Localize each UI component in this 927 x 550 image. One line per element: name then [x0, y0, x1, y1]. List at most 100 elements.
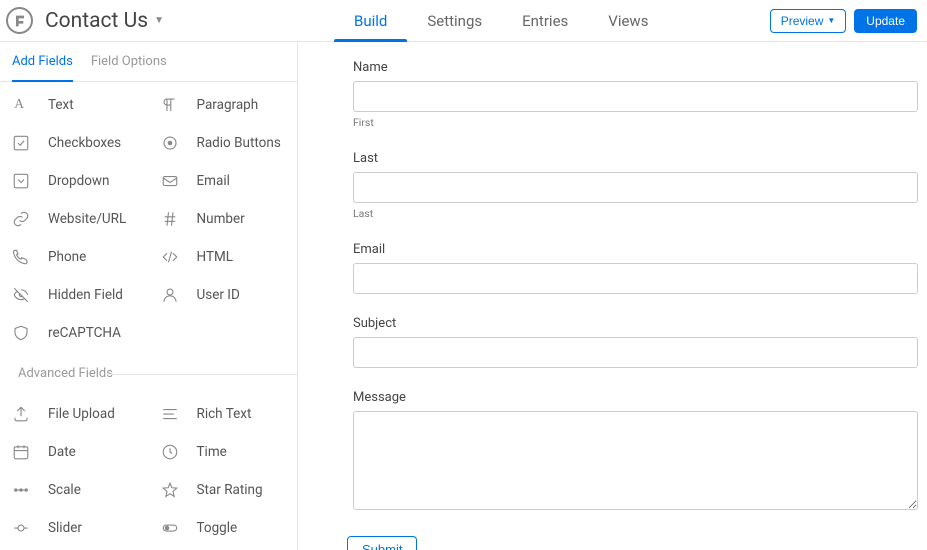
field-type-paragraph[interactable]: Paragraph	[149, 86, 298, 124]
field-label: Last	[353, 151, 919, 166]
advanced-fields-header: Advanced Fields	[0, 356, 297, 391]
radio-icon	[161, 134, 179, 152]
update-button[interactable]: Update	[854, 9, 917, 33]
name-input[interactable]	[353, 81, 918, 112]
field-type-html[interactable]: HTML	[149, 238, 298, 276]
header-actions: Preview▼ Update	[770, 9, 919, 33]
field-type-upload[interactable]: File Upload	[0, 395, 149, 433]
email-icon	[161, 172, 179, 190]
nav-build[interactable]: Build	[334, 0, 407, 41]
form-field-last: Last Last	[353, 151, 919, 220]
checkbox-icon	[12, 134, 30, 152]
form-field-message: Message	[353, 390, 919, 514]
field-type-radio[interactable]: Radio Buttons	[149, 124, 298, 162]
text-icon: A	[12, 96, 30, 114]
form-field-subject: Subject	[353, 316, 919, 368]
main-nav: Build Settings Entries Views	[334, 0, 668, 41]
field-type-label: Email	[197, 173, 230, 189]
field-type-time[interactable]: Time	[149, 433, 298, 471]
advanced-fields-grid: File Upload Rich Text Date Time Scale Star Ra…	[0, 391, 297, 550]
link-icon	[12, 210, 30, 228]
richtext-icon	[161, 405, 179, 423]
svg-text:A: A	[14, 96, 24, 111]
field-type-label: Time	[197, 444, 227, 460]
field-type-label: HTML	[197, 249, 234, 265]
page-title[interactable]: Contact Us ▼	[45, 9, 164, 33]
app-logo	[6, 7, 33, 34]
field-sublabel: Last	[353, 207, 919, 220]
field-sublabel: First	[353, 116, 919, 129]
field-type-checkbox[interactable]: Checkboxes	[0, 124, 149, 162]
sidebar: Add Fields Field Options A Text Paragraph C…	[0, 42, 298, 550]
shield-icon	[12, 324, 30, 342]
user-icon	[161, 286, 179, 304]
field-type-toggle[interactable]: Toggle	[149, 509, 298, 547]
html-icon	[161, 248, 179, 266]
form-field-email: Email	[353, 242, 919, 294]
field-type-label: Paragraph	[197, 97, 259, 113]
title-dropdown-icon: ▼	[154, 15, 164, 26]
field-type-label: Number	[197, 211, 245, 227]
date-icon	[12, 443, 30, 461]
subject-input[interactable]	[353, 337, 918, 368]
submit-button[interactable]: Submit	[347, 536, 417, 550]
field-type-label: Date	[48, 444, 76, 460]
nav-entries[interactable]: Entries	[502, 0, 588, 41]
field-type-label: Hidden Field	[48, 287, 123, 303]
field-type-phone[interactable]: Phone	[0, 238, 149, 276]
form-canvas: NameFirst Last Last Email Subject Message Sub…	[298, 42, 927, 550]
tab-add-fields[interactable]: Add Fields	[12, 42, 73, 81]
field-type-user[interactable]: User ID	[149, 276, 298, 314]
field-type-star[interactable]: Star Rating	[149, 471, 298, 509]
email-input[interactable]	[353, 263, 918, 294]
preview-button[interactable]: Preview▼	[770, 9, 847, 33]
field-type-dropdown[interactable]: Dropdown	[0, 162, 149, 200]
field-type-number[interactable]: Number	[149, 200, 298, 238]
field-type-label: Star Rating	[197, 482, 263, 498]
scale-icon	[12, 481, 30, 499]
slider-icon	[12, 519, 30, 537]
field-type-label: Website/URL	[48, 211, 126, 227]
basic-fields-grid: A Text Paragraph Checkboxes Radio Buttons Dro…	[0, 82, 297, 356]
nav-settings[interactable]: Settings	[407, 0, 502, 41]
field-type-text[interactable]: A Text	[0, 86, 149, 124]
last-input[interactable]	[353, 172, 918, 203]
field-type-label: Slider	[48, 520, 82, 536]
field-label: Email	[353, 242, 919, 257]
message-input[interactable]	[353, 411, 918, 510]
form-field-name: NameFirst	[353, 60, 919, 129]
field-type-label: Radio Buttons	[197, 135, 281, 151]
hidden-icon	[12, 286, 30, 304]
field-type-date[interactable]: Date	[0, 433, 149, 471]
field-type-label: Phone	[48, 249, 86, 265]
phone-icon	[12, 248, 30, 266]
sidebar-tabs: Add Fields Field Options	[0, 42, 297, 82]
field-type-label: Checkboxes	[48, 135, 121, 151]
field-type-link[interactable]: Website/URL	[0, 200, 149, 238]
header: Contact Us ▼ Build Settings Entries View…	[0, 0, 927, 42]
field-type-shield[interactable]: reCAPTCHA	[0, 314, 149, 352]
caret-down-icon: ▼	[827, 16, 835, 25]
field-type-slider[interactable]: Slider	[0, 509, 149, 547]
field-type-scale[interactable]: Scale	[0, 471, 149, 509]
field-type-label: Rich Text	[197, 406, 252, 422]
field-type-label: Scale	[48, 482, 81, 498]
field-type-label: Text	[48, 97, 74, 113]
field-type-hidden[interactable]: Hidden Field	[0, 276, 149, 314]
star-icon	[161, 481, 179, 499]
field-type-label: File Upload	[48, 406, 115, 422]
field-label: Subject	[353, 316, 919, 331]
field-type-label: User ID	[197, 287, 240, 303]
field-label: Message	[353, 390, 919, 405]
field-type-richtext[interactable]: Rich Text	[149, 395, 298, 433]
paragraph-icon	[161, 96, 179, 114]
field-type-label: reCAPTCHA	[48, 325, 121, 341]
field-type-email[interactable]: Email	[149, 162, 298, 200]
nav-views[interactable]: Views	[588, 0, 668, 41]
toggle-icon	[161, 519, 179, 537]
field-type-label: Toggle	[197, 520, 238, 536]
number-icon	[161, 210, 179, 228]
time-icon	[161, 443, 179, 461]
tab-field-options[interactable]: Field Options	[91, 42, 167, 81]
dropdown-icon	[12, 172, 30, 190]
